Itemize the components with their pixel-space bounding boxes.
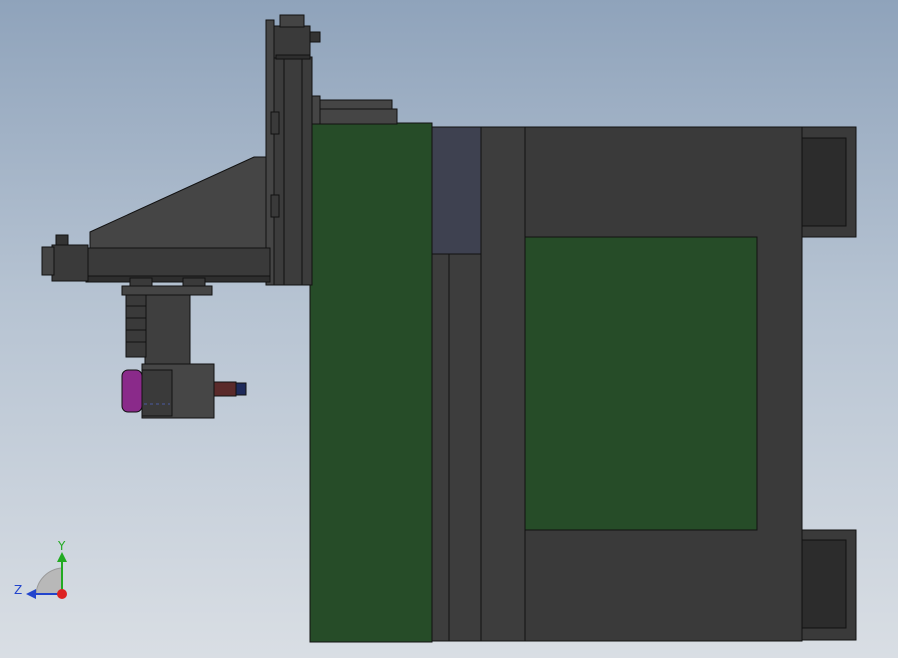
hanger-top-plate (121, 285, 213, 296)
hanger-body (144, 294, 191, 365)
side-motor-connector (55, 234, 69, 246)
side-motor-cap (41, 246, 55, 276)
top-carriage (311, 95, 398, 125)
column-rail (273, 56, 313, 286)
green-column-plate (309, 122, 433, 643)
column-back-plate (265, 19, 275, 286)
hanger-guide (125, 294, 147, 358)
y-axis-arrowhead (57, 552, 67, 562)
base-column-strip-3 (480, 126, 526, 642)
column-clamp-2 (270, 194, 280, 218)
hanger-bolt-block-1 (129, 277, 153, 287)
spindle-tool (235, 382, 247, 396)
side-motor-body (51, 244, 89, 282)
orientation-triad[interactable]: Y Z (14, 539, 67, 599)
top-motor-body (273, 25, 311, 59)
base-column-strip-2 (448, 253, 482, 642)
z-axis-arrowhead (26, 589, 36, 599)
x-axis-dot (57, 589, 67, 599)
y-axis-label: Y (57, 539, 66, 553)
spindle-nose (213, 381, 237, 397)
carriage-block-tab (311, 95, 321, 125)
base-column-strip-1 (430, 253, 450, 642)
z-axis-label: Z (14, 583, 22, 597)
top-motor-connector (309, 31, 321, 43)
spindle-motor (121, 363, 247, 419)
cad-model-viewport[interactable]: Y Z (0, 0, 898, 658)
spindle-hanger (121, 277, 213, 365)
base-slate-panel (430, 126, 482, 255)
top-motor-cap (279, 14, 305, 28)
arm-beam-bottom (85, 275, 271, 283)
hanger-bolt-block-2 (182, 277, 206, 287)
column-clamp-1 (270, 111, 280, 135)
spindle-rear-cap (121, 369, 143, 413)
top-motor-flange (275, 54, 311, 60)
triad-quarter-sphere (35, 567, 63, 595)
vertical-column (265, 14, 321, 286)
spindle-clamp (141, 369, 173, 417)
arm-gusset (89, 156, 267, 249)
base-upper-foot-inset (801, 137, 847, 227)
machine-base (430, 126, 857, 642)
base-inner-green-panel (524, 236, 758, 531)
carriage-block-lower (311, 108, 398, 125)
horizontal-arm (41, 156, 271, 283)
base-lower-foot-inset (801, 539, 847, 629)
